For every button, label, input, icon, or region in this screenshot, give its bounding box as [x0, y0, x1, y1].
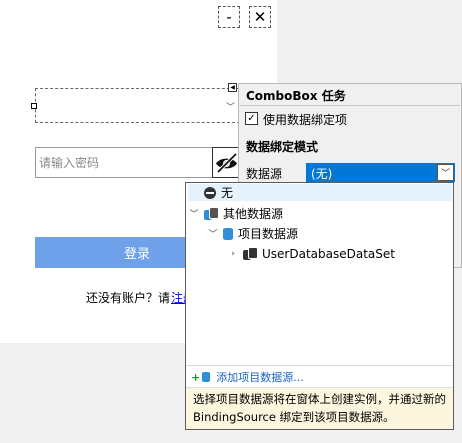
- add-project-data-source-link[interactable]: + 添加项目数据源...: [191, 369, 304, 385]
- tree-item-project-sources[interactable]: ﹀ 项目数据源: [207, 225, 298, 242]
- data-source-value: (无): [311, 167, 333, 181]
- dataset-icon: [243, 246, 258, 261]
- data-source-label: 数据源: [246, 167, 283, 181]
- toggle-password-button[interactable]: [212, 147, 239, 178]
- smart-tag-icon[interactable]: ◀: [228, 83, 237, 92]
- task-panel-title: ComboBox 任务: [246, 89, 346, 103]
- tree-item-dataset[interactable]: › UserDatabaseDataSet: [227, 245, 395, 262]
- minimize-button[interactable]: -: [218, 6, 240, 28]
- tree-item-other-sources[interactable]: ﹀ 其他数据源: [188, 205, 283, 222]
- username-combobox[interactable]: ﹀: [35, 88, 240, 123]
- chevron-down-icon[interactable]: ﹀: [207, 227, 219, 240]
- tree-item-none-label: 无: [221, 186, 234, 200]
- data-source-dropdown-button[interactable]: ﹀: [437, 164, 454, 181]
- tree-item-none[interactable]: 无: [188, 184, 452, 201]
- binding-mode-heading: 数据绑定模式: [246, 140, 319, 154]
- dropdown-divider: [186, 365, 453, 366]
- data-source-select[interactable]: (无): [306, 163, 455, 182]
- eye-slash-icon: [216, 152, 238, 174]
- close-button[interactable]: ✕: [249, 6, 271, 28]
- chevron-down-icon: ﹀: [225, 103, 235, 113]
- task-panel-divider: [240, 105, 460, 106]
- tree-item-dataset-label: UserDatabaseDataSet: [262, 246, 395, 261]
- chevron-right-icon[interactable]: ›: [227, 249, 239, 259]
- no-account-text: 还没有账户？请: [86, 291, 171, 305]
- tree-item-project-sources-label: 项目数据源: [238, 227, 299, 241]
- chevron-down-icon[interactable]: ﹀: [188, 207, 200, 220]
- resize-handle[interactable]: [31, 103, 37, 109]
- password-input[interactable]: 请输入密码: [35, 147, 213, 178]
- none-icon: [204, 186, 216, 199]
- dropdown-description: 选择项目数据源将在窗体上创建实例，并通过新的 BindingSource 绑定到…: [186, 387, 453, 429]
- use-binding-checkbox[interactable]: ✓: [245, 112, 258, 125]
- database-icon: [223, 227, 233, 240]
- use-binding-label[interactable]: 使用数据绑定项: [263, 111, 347, 128]
- chevron-down-icon: ﹀: [440, 169, 450, 179]
- plus-icon: +: [191, 370, 201, 384]
- database-group-icon: [204, 206, 219, 221]
- database-icon: [202, 372, 211, 382]
- password-placeholder: 请输入密码: [39, 156, 100, 170]
- tree-item-other-sources-label: 其他数据源: [223, 207, 284, 221]
- add-link-label: 添加项目数据源...: [216, 371, 304, 384]
